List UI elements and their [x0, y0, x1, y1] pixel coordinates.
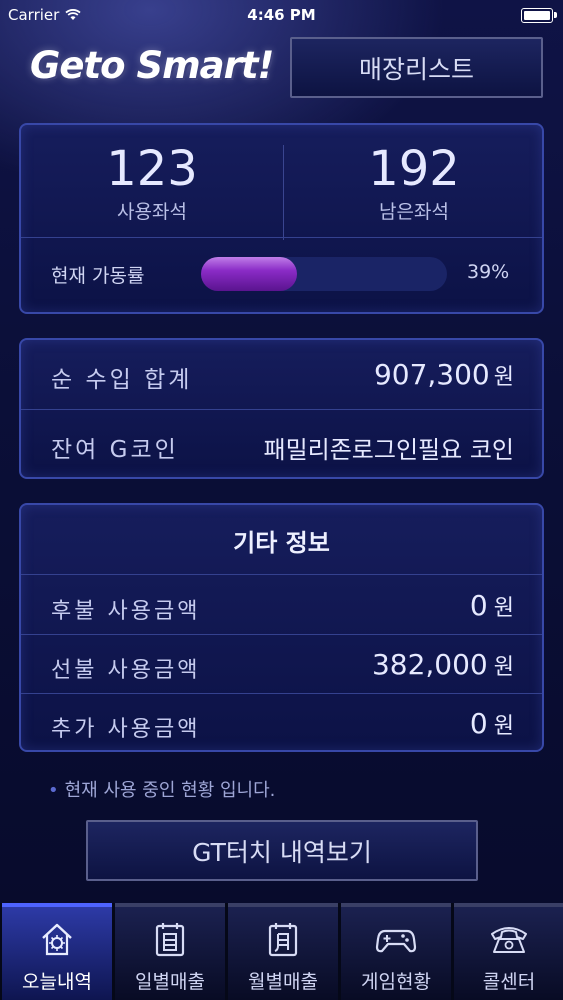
monthly-calendar-icon [268, 923, 298, 957]
currency-unit: 원 [493, 714, 514, 739]
currency-unit: 원 [493, 596, 514, 621]
tab-bar: 오늘내역 일별매출 월별매출 게임현황 콜센터 [0, 903, 563, 1000]
seat-status-panel: 123 사용좌석 192 남은좌석 현재 가동률 39% [19, 123, 544, 314]
net-income-value-group: 907,300 원 [374, 358, 514, 391]
postpaid-row: 후불 사용금액 0원 [21, 577, 542, 635]
remaining-seats-label: 남은좌석 [379, 201, 449, 223]
divider [21, 574, 542, 575]
net-income-value: 907,300 [373, 358, 490, 391]
status-bar: Carrier 4:46 PM [0, 0, 563, 30]
additional-value: 0 [469, 707, 488, 740]
battery-icon [521, 8, 557, 23]
tab-today[interactable]: 오늘내역 [2, 903, 112, 1000]
utilization-progress-bar [201, 257, 447, 291]
prepaid-label: 선불 사용금액 [51, 658, 201, 683]
currency-unit: 원 [493, 365, 514, 390]
prepaid-value-group: 382,000 원 [372, 648, 514, 681]
daily-calendar-icon [155, 923, 185, 957]
app-logo: Geto Smart! [30, 44, 274, 87]
postpaid-value-group: 0원 [470, 589, 514, 622]
tab-call-center[interactable]: 콜센터 [454, 903, 563, 1000]
tab-label: 콜센터 [482, 971, 536, 993]
bullet-icon: • [48, 780, 59, 801]
gcoin-value: 패밀리존로그인필요 코인 [263, 436, 514, 464]
income-panel: 순 수입 합계 907,300 원 잔여 G코인 패밀리존로그인필요 코인 [19, 338, 544, 479]
store-list-button[interactable]: 매장리스트 [290, 37, 543, 98]
additional-row: 추가 사용금액 0원 [21, 695, 542, 753]
utilization-label: 현재 가동률 [51, 265, 145, 287]
status-note: • 현재 사용 중인 현황 입니다. [48, 776, 275, 802]
divider [21, 237, 542, 238]
tab-label: 일별매출 [135, 971, 205, 993]
used-seats: 123 사용좌석 [21, 143, 283, 224]
tab-label: 월별매출 [248, 971, 318, 993]
remaining-seats-value: 192 [368, 141, 460, 197]
phone-icon [491, 927, 527, 953]
gcoin-row: 잔여 G코인 패밀리존로그인필요 코인 [21, 410, 542, 479]
tab-daily-sales[interactable]: 일별매출 [115, 903, 225, 1000]
tab-game-status[interactable]: 게임현황 [341, 903, 451, 1000]
postpaid-value: 0 [469, 589, 488, 622]
used-seats-value: 123 [106, 141, 198, 197]
net-income-label: 순 수입 합계 [51, 367, 193, 393]
tab-label: 오늘내역 [22, 971, 92, 993]
status-note-text: 현재 사용 중인 현황 입니다. [64, 780, 276, 801]
prepaid-row: 선불 사용금액 382,000 원 [21, 636, 542, 694]
other-info-panel: 기타 정보 후불 사용금액 0원 선불 사용금액 382,000 원 추가 사용금… [19, 503, 544, 752]
remaining-seats: 192 남은좌석 [283, 143, 545, 224]
gamepad-icon [375, 929, 417, 953]
tab-label: 게임현황 [361, 971, 431, 993]
gcoin-label: 잔여 G코인 [51, 437, 179, 463]
utilization-percent: 39% [467, 261, 510, 283]
postpaid-label: 후불 사용금액 [51, 599, 201, 624]
utilization-progress-fill [201, 257, 297, 291]
currency-unit: 원 [493, 655, 514, 680]
used-seats-label: 사용좌석 [117, 201, 187, 223]
additional-label: 추가 사용금액 [51, 717, 201, 742]
net-income-row: 순 수입 합계 907,300 원 [21, 340, 542, 409]
other-info-title: 기타 정보 [233, 529, 330, 557]
tab-monthly-sales[interactable]: 월별매출 [228, 903, 338, 1000]
home-icon [42, 923, 72, 956]
status-time: 4:46 PM [247, 6, 316, 24]
divider [21, 634, 542, 635]
prepaid-value: 382,000 [371, 648, 488, 681]
additional-value-group: 0원 [470, 707, 514, 740]
gt-touch-history-button[interactable]: GT터치 내역보기 [86, 820, 478, 881]
divider [21, 693, 542, 694]
